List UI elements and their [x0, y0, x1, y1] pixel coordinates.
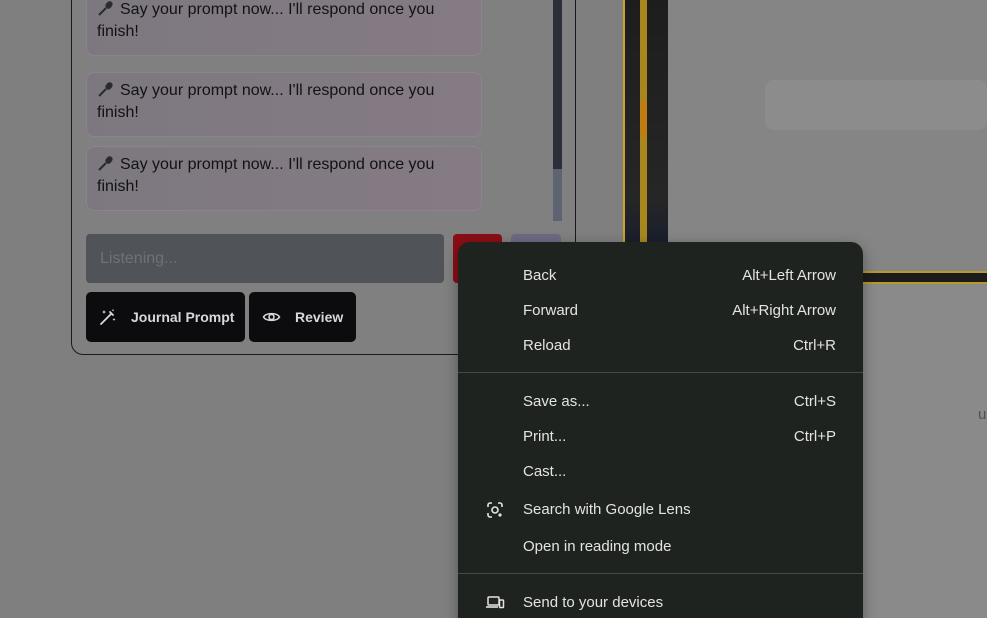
background-gold-border — [640, 0, 647, 283]
magic-wand-icon — [100, 309, 116, 325]
menu-item-label: Reload — [523, 337, 571, 354]
menu-item-back[interactable]: Back Alt+Left Arrow — [458, 258, 863, 293]
menu-item-shortcut: Alt+Left Arrow — [742, 267, 836, 284]
devices-icon — [486, 596, 505, 609]
menu-item-label: Send to your devices — [523, 594, 664, 611]
menu-item-shortcut: Ctrl+R — [793, 337, 836, 354]
eye-icon — [262, 312, 281, 322]
journal-prompt-label: Journal Prompt — [131, 309, 235, 325]
menu-item-label: Save as... — [523, 393, 590, 410]
menu-item-shortcut: Alt+Right Arrow — [732, 302, 836, 319]
menu-item-label: Back — [523, 267, 557, 284]
menu-item-send-to-devices[interactable]: Send to your devices — [458, 585, 863, 618]
menu-separator — [458, 372, 863, 373]
chat-message: Say your prompt now... I'll respond once… — [86, 0, 482, 56]
microphone-icon — [98, 1, 113, 16]
microphone-icon — [98, 82, 113, 97]
background-edge-text: u — [978, 406, 987, 423]
menu-item-search-google-lens[interactable]: Search with Google Lens — [458, 492, 863, 527]
chat-scrollbar-thumb[interactable] — [553, 169, 562, 221]
chat-message: Say your prompt now... I'll respond once… — [86, 72, 482, 137]
chat-message: Say your prompt now... I'll respond once… — [86, 146, 482, 211]
voice-input-field[interactable] — [86, 234, 444, 283]
review-label: Review — [295, 309, 344, 325]
background-content-area — [668, 0, 987, 271]
google-lens-icon — [487, 502, 503, 518]
menu-item-label: Search with Google Lens — [523, 501, 691, 518]
menu-item-cast[interactable]: Cast... — [458, 454, 863, 489]
menu-separator — [458, 573, 863, 574]
menu-item-label: Open in reading mode — [523, 538, 672, 555]
menu-item-forward[interactable]: Forward Alt+Right Arrow — [458, 293, 863, 328]
microphone-icon — [98, 156, 113, 171]
journal-prompt-button[interactable]: Journal Prompt — [86, 292, 245, 342]
menu-item-label: Cast... — [523, 463, 567, 480]
menu-item-reading-mode[interactable]: Open in reading mode — [458, 529, 863, 564]
chat-message-text: Say your prompt now... I'll respond once… — [97, 1, 435, 40]
background-card — [765, 80, 987, 130]
menu-item-label: Print... — [523, 428, 567, 445]
menu-item-save-as[interactable]: Save as... Ctrl+S — [458, 384, 863, 419]
menu-item-print[interactable]: Print... Ctrl+P — [458, 419, 863, 454]
menu-item-shortcut: Ctrl+P — [793, 428, 836, 445]
chat-message-text: Say your prompt now... I'll respond once… — [97, 156, 435, 195]
browser-context-menu: Back Alt+Left Arrow Forward Alt+Right Ar… — [458, 242, 863, 618]
menu-item-label: Forward — [523, 302, 579, 319]
chat-message-text: Say your prompt now... I'll respond once… — [97, 82, 435, 121]
review-button[interactable]: Review — [249, 292, 356, 342]
menu-item-reload[interactable]: Reload Ctrl+R — [458, 328, 863, 363]
background-gold-accent — [641, 100, 646, 138]
menu-item-shortcut: Ctrl+S — [793, 393, 836, 410]
